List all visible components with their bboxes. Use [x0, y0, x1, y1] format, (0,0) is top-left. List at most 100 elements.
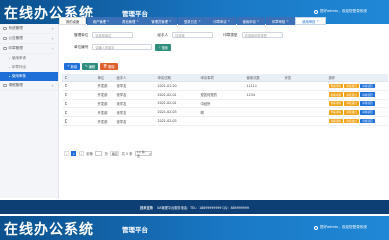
user-info[interactable]: 您好admin，欢迎您登录系统: [313, 9, 367, 14]
tab-use-apply[interactable]: 使用申请 ✕: [236, 17, 266, 25]
edit-button[interactable]: ✎ 编辑: [82, 63, 99, 70]
table-header: 单位 经手人 申请日期 申请事项 使用次数 状态 操作: [62, 74, 388, 82]
sidebar-item-system[interactable]: 系统管理 +: [0, 24, 58, 34]
select-all-checkbox[interactable]: [64, 75, 67, 80]
cell-date: 2021-02-03: [157, 110, 177, 115]
view-detail-button[interactable]: 查看详情: [328, 109, 343, 115]
toolbar: + 新增 ✎ 编辑 🗑 删除: [64, 63, 118, 70]
cell-matter: 是如何是的: [200, 93, 217, 98]
search-button[interactable]: ⌕ 搜索: [155, 43, 172, 51]
tab-seal-review[interactable]: 印章审核 ✕: [265, 17, 295, 25]
goto-confirm-button[interactable]: 确定: [110, 151, 120, 156]
table-row[interactable]: 开发部 张学友 2021-02-01 是如何是的 1234 查看详情 审核通过 审核驳回: [62, 91, 388, 100]
cell-handler: 张学友: [116, 110, 127, 115]
tab-use-review[interactable]: 使用审核 ✕: [295, 17, 326, 25]
label-seal-type: 印章类型: [223, 32, 238, 37]
tab-admins[interactable]: 管理员管理 ✕: [145, 17, 178, 25]
edit-icon: ✎: [85, 64, 88, 69]
view-detail-button[interactable]: 查看详情: [328, 118, 343, 124]
view-detail-button[interactable]: 查看详情: [328, 83, 343, 89]
row-checkbox[interactable]: [64, 110, 67, 114]
cell-date: 2021-02-03: [157, 119, 177, 124]
unit-select[interactable]: 请选择单位: [92, 31, 134, 39]
reject-button[interactable]: 审核驳回: [360, 118, 375, 124]
cell-unit: 开发部: [97, 93, 108, 98]
row-checkbox[interactable]: [64, 84, 67, 88]
reject-button[interactable]: 审核驳回: [360, 92, 375, 97]
table-row[interactable]: 开发部 张学友 2021-02-03 查看详情 审核通过 审核驳回: [62, 117, 388, 126]
search-form: 管理单位 请选择单位 经手人 请选择 印章类型 请选择印章类型 单位编号 请输入…: [74, 31, 283, 55]
add-button[interactable]: + 新增: [64, 63, 81, 70]
col-matter: 申请事项: [200, 76, 214, 80]
unit-no-input[interactable]: 请输入关键字: [92, 43, 153, 51]
col-unit: 单位: [97, 76, 105, 80]
goto-label: 到第: [86, 152, 93, 156]
goto-page-input[interactable]: [95, 151, 103, 156]
row-actions: 查看详情 审核通过 审核驳回: [327, 92, 388, 97]
label-unit-no: 单位编号: [74, 44, 89, 49]
row-checkbox[interactable]: [64, 101, 67, 106]
row-actions: 查看详情 审核通过 审核驳回: [327, 83, 388, 89]
footer-text: OA管理平台服务电话：TEL：18899999999 QQ：889999999: [156, 205, 249, 210]
tab-roles[interactable]: 角色管理 ✕: [116, 17, 145, 25]
next-page[interactable]: ›: [78, 151, 84, 156]
label-handler: 经手人: [157, 32, 169, 37]
reject-button[interactable]: 审核驳回: [360, 109, 375, 115]
user-greeting: 您好admin，欢迎您登录系统: [319, 9, 367, 13]
page-size-select[interactable]: 10 条/页 ▾: [134, 150, 152, 158]
user-icon: [313, 9, 318, 14]
cell-count: 1234: [246, 92, 255, 97]
sidebar-item-seal[interactable]: 印章管理 −: [0, 44, 58, 54]
row-actions: 查看详情 审核通过 审核驳回: [327, 118, 388, 124]
tab-seal-apply[interactable]: 印章申请 ✕: [207, 17, 237, 25]
seal-type-select[interactable]: 请选择印章类型: [241, 31, 283, 39]
tab-home[interactable]: 我的桌面: [59, 17, 87, 25]
sidebar-sub-review[interactable]: 使用审核: [0, 72, 58, 81]
gear-icon: [3, 26, 7, 31]
approve-button[interactable]: 审核通过: [344, 92, 359, 97]
table-row[interactable]: 开发部 张学友 2021-02-03 啊 查看详情 审核通过 审核驳回: [62, 108, 388, 118]
delete-button[interactable]: 🗑 删除: [100, 63, 118, 70]
view-detail-button[interactable]: 查看详情: [328, 101, 343, 106]
sidebar-item-leave[interactable]: 请假管理 +: [0, 81, 58, 91]
approve-button[interactable]: 审核通过: [344, 118, 359, 124]
cell-handler: 张学友: [116, 84, 127, 89]
footer-support: 技术支持: [140, 205, 153, 210]
app-logo-2: 在线办公系统: [4, 222, 94, 238]
reject-button[interactable]: 审核驳回: [360, 101, 375, 106]
row-actions: 查看详情 审核通过 审核驳回: [327, 109, 388, 115]
sidebar-item-notice[interactable]: 公告管理 +: [0, 34, 58, 44]
reject-button[interactable]: 审核驳回: [360, 83, 375, 89]
approve-button[interactable]: 审核通过: [344, 83, 359, 89]
table-row[interactable]: 开发部 张学友 2021-01-20 11111 查看详情 审核通过 审核驳回: [62, 82, 388, 91]
approve-button[interactable]: 审核通过: [344, 101, 359, 106]
tab-login-log[interactable]: 登录日志 ✕: [178, 17, 207, 25]
sidebar: 系统管理 + 公告管理 + 印章管理 − 使用申请 印章外出 使用审核 请假管理 +: [0, 24, 59, 198]
user-info-2[interactable]: 您好admin，欢迎您登录系统: [313, 225, 367, 230]
col-ops: 操作: [328, 76, 336, 80]
row-checkbox[interactable]: [64, 93, 67, 97]
pagination: ‹ 1 › 到第 页 确定 共 5 条 10 条/页 ▾: [64, 150, 152, 158]
approve-button[interactable]: 审核通过: [344, 109, 359, 115]
tab-users[interactable]: 用户管理 ✕: [86, 17, 116, 25]
col-status: 状态: [284, 76, 292, 80]
col-handler: 经手人: [116, 76, 127, 80]
prev-page[interactable]: ‹: [64, 151, 69, 156]
cell-matter: 啊: [200, 110, 204, 115]
view-detail-button[interactable]: 查看详情: [328, 92, 343, 97]
second-header: 在线办公系统 管理平台 您好admin，欢迎您登录系统: [0, 216, 389, 240]
seal-icon: [3, 46, 7, 51]
handler-select[interactable]: 请选择: [172, 31, 214, 39]
cell-date: 2021-01-20: [157, 83, 177, 88]
row-checkbox[interactable]: [64, 119, 67, 123]
cell-unit: 开发部: [97, 110, 108, 115]
sidebar-sub-apply[interactable]: 使用申请: [0, 54, 58, 63]
cell-date: 2021-02-01: [157, 92, 177, 97]
delete-icon: 🗑: [103, 64, 108, 69]
cell-handler: 张学友: [116, 101, 127, 106]
cell-matter: 中经所: [200, 101, 211, 106]
row-actions: 查看详情 审核通过 审核驳回: [327, 101, 388, 106]
table-row[interactable]: 开发部 张学友 2021-02-01 中经所 查看详情 审核通过 审核驳回: [62, 100, 388, 109]
page-1[interactable]: 1: [71, 151, 77, 156]
sidebar-sub-out[interactable]: 印章外出: [0, 63, 58, 72]
